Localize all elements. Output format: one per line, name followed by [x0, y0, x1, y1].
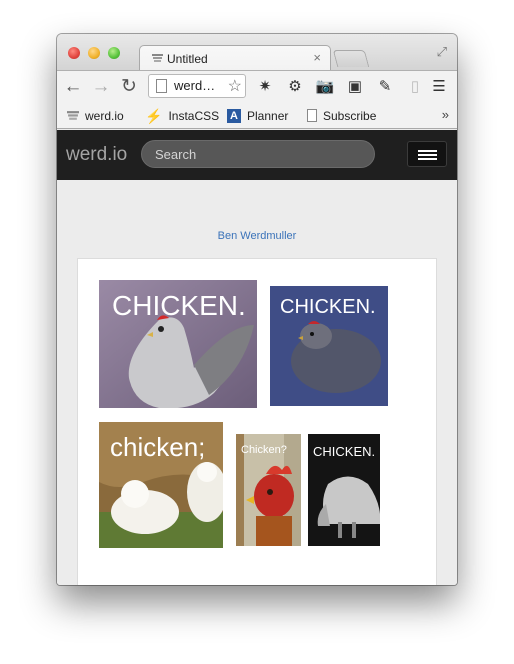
- reload-icon[interactable]: ↻: [118, 76, 140, 98]
- bookmark-werd[interactable]: werd.io: [67, 108, 124, 124]
- werd-favicon-icon: [67, 110, 79, 120]
- chicken-photo-5[interactable]: CHICKEN.: [308, 434, 380, 546]
- site-logo[interactable]: werd.io: [66, 144, 127, 166]
- browser-toolbar: ← → ↻ werd… ☆ ✷ ⚙ 📷 ▣ ✎ ▯ ☰: [57, 70, 457, 102]
- werd-favicon-icon: [152, 54, 163, 62]
- post-card: CHICKEN. CHICKEN. chicken; Chicken? CHIC…: [77, 258, 437, 585]
- bookmarks-overflow-button[interactable]: »: [442, 107, 449, 122]
- bookmark-label: Planner: [247, 108, 289, 123]
- chicken-photo-2[interactable]: CHICKEN.: [270, 286, 388, 406]
- menu-icon[interactable]: ☰: [429, 78, 449, 96]
- bookmark-star-icon[interactable]: ☆: [228, 76, 242, 96]
- minimize-window-button[interactable]: [88, 47, 100, 59]
- forward-arrow-icon[interactable]: →: [90, 76, 112, 98]
- bookmark-label: werd.io: [85, 108, 124, 123]
- title-bar: Untitled × ⤢: [57, 34, 457, 71]
- bookmark-label: Subscribe: [323, 108, 377, 123]
- tab-title: Untitled: [167, 52, 208, 66]
- hamburger-menu-button[interactable]: [407, 141, 447, 167]
- browser-window: Untitled × ⤢ ← → ↻ werd… ☆ ✷ ⚙ 📷 ▣ ✎ ▯ ☰…: [57, 34, 457, 585]
- bookmark-instacss[interactable]: ⚡ InstaCSS: [145, 108, 219, 124]
- fullscreen-icon[interactable]: ⤢: [437, 44, 447, 60]
- chicken-photo-3[interactable]: chicken;: [99, 422, 223, 548]
- back-arrow-icon[interactable]: ←: [62, 76, 84, 98]
- site-header: werd.io Search: [57, 130, 457, 180]
- hamburger-line: [418, 158, 437, 160]
- close-window-button[interactable]: [68, 47, 80, 59]
- photo-caption: CHICKEN.: [112, 290, 246, 321]
- tab-close-button[interactable]: ×: [313, 50, 321, 65]
- planner-a-icon: A: [227, 108, 241, 123]
- bookmarks-bar: werd.io ⚡ InstaCSS A Planner Subscribe »: [57, 102, 457, 129]
- reader-extension-icon[interactable]: ▯: [405, 78, 425, 96]
- photo-caption: chicken;: [110, 432, 206, 462]
- bookmark-subscribe[interactable]: Subscribe: [307, 108, 376, 124]
- address-bar[interactable]: werd… ☆: [148, 74, 246, 98]
- gear-icon[interactable]: ⚙: [285, 78, 305, 96]
- page-content: Ben Werdmuller CHICKEN. CHICKEN. chicken…: [57, 180, 457, 585]
- site-search-input[interactable]: Search: [141, 140, 375, 168]
- page-icon: [156, 79, 167, 93]
- new-tab-button[interactable]: [332, 50, 370, 67]
- hamburger-line: [418, 154, 437, 156]
- page-icon: [307, 109, 317, 123]
- browser-tab[interactable]: Untitled ×: [139, 45, 331, 71]
- search-placeholder: Search: [155, 147, 197, 162]
- hamburger-line: [418, 150, 437, 152]
- address-text: werd…: [174, 78, 216, 93]
- photo-caption: CHICKEN.: [313, 444, 376, 459]
- bookmark-planner[interactable]: A Planner: [227, 108, 288, 124]
- bookmark-label: InstaCSS: [168, 108, 220, 123]
- bolt-icon: ⚡: [145, 107, 163, 124]
- author-link[interactable]: Ben Werdmuller: [57, 230, 457, 242]
- gear-badge-extension-icon[interactable]: ✷: [255, 78, 275, 96]
- camera-icon[interactable]: 📷: [315, 78, 335, 96]
- chicken-photo-4[interactable]: Chicken?: [236, 434, 301, 546]
- pin-icon[interactable]: ✎: [375, 78, 395, 96]
- zoom-window-button[interactable]: [108, 47, 120, 59]
- chicken-photo-1[interactable]: CHICKEN.: [99, 280, 257, 408]
- screenshot-extension-icon[interactable]: ▣: [345, 78, 365, 96]
- photo-caption: CHICKEN.: [280, 296, 376, 318]
- photo-caption: Chicken?: [241, 444, 287, 456]
